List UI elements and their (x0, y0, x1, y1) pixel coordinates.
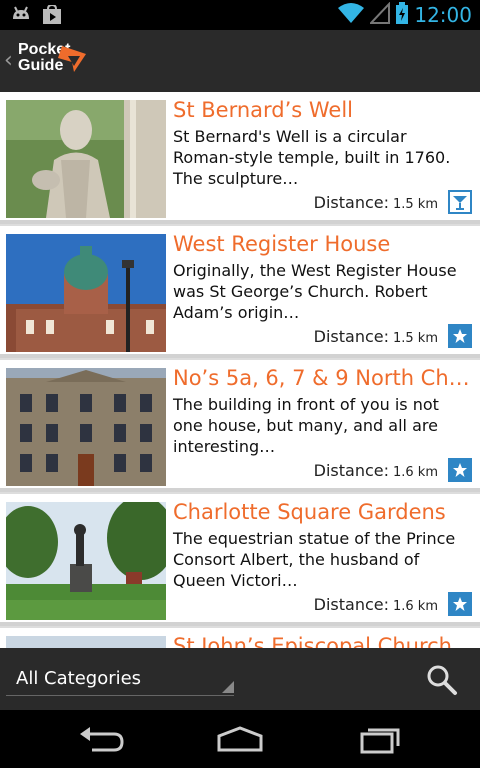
play-store-icon (42, 3, 62, 29)
thumbnail-garden-statue (6, 502, 166, 620)
app-logo[interactable]: Pocket Guide (18, 42, 86, 74)
thumbnail-church (6, 636, 166, 648)
search-icon (427, 665, 457, 695)
list-item[interactable]: St John’s Episcopal Church (0, 628, 480, 648)
bottom-bar: All Categories (0, 648, 480, 710)
list-item[interactable]: No’s 5a, 6, 7 & 9 North Charlotte Street… (0, 360, 480, 492)
item-description: St Bernard's Well is a circular Roman-st… (173, 127, 451, 188)
clock: 12:00 (414, 3, 472, 27)
item-distance: Distance: 1.6 km (313, 595, 438, 614)
item-distance: Distance: 1.5 km (313, 327, 438, 346)
status-bar: 12:00 (0, 0, 480, 30)
back-chevron-icon[interactable]: ‹ (4, 48, 13, 73)
app-bar: ‹ Pocket Guide (0, 30, 480, 92)
star-icon (448, 324, 472, 348)
item-distance: Distance: 1.6 km (313, 461, 438, 480)
recents-icon (360, 728, 400, 754)
category-select[interactable]: All Categories (6, 662, 234, 696)
signal-icon (369, 1, 391, 28)
item-title[interactable]: Charlotte Square Gardens (173, 500, 473, 524)
recents-button[interactable] (356, 724, 406, 754)
search-button[interactable] (424, 662, 460, 698)
dropdown-triangle-icon (222, 681, 234, 693)
item-title[interactable]: No’s 5a, 6, 7 & 9 North Charlotte Street (173, 366, 473, 390)
item-description: Originally, the West Register House was … (173, 261, 457, 322)
star-icon (448, 458, 472, 482)
list-item[interactable]: St Bernard’s Well St Bernard's Well is a… (0, 92, 480, 224)
battery-icon (396, 2, 409, 28)
android-debug-icon (10, 5, 32, 29)
thumbnail-statue (6, 100, 166, 218)
back-arrow-icon (80, 727, 124, 752)
wifi-icon (338, 2, 365, 28)
list-item[interactable]: West Register House Originally, the West… (0, 226, 480, 358)
logo-arrow-icon (58, 46, 86, 72)
home-button[interactable] (215, 724, 265, 754)
item-description: The building in front of you is not one … (173, 395, 439, 456)
list-item[interactable]: Charlotte Square Gardens The equestrian … (0, 494, 480, 626)
star-icon (448, 592, 472, 616)
system-nav-bar (0, 710, 480, 768)
cocktail-glass-icon (448, 190, 472, 214)
back-button[interactable] (76, 724, 126, 754)
thumbnail-domed-building (6, 234, 166, 352)
item-title[interactable]: St Bernard’s Well (173, 98, 473, 122)
item-title[interactable]: West Register House (173, 232, 473, 256)
item-title[interactable]: St John’s Episcopal Church (173, 634, 473, 648)
thumbnail-townhouse (6, 368, 166, 486)
item-description: The equestrian statue of the Prince Cons… (173, 529, 456, 590)
home-icon (217, 726, 263, 752)
guide-list[interactable]: St Bernard’s Well St Bernard's Well is a… (0, 92, 480, 648)
item-distance: Distance: 1.5 km (313, 193, 438, 212)
